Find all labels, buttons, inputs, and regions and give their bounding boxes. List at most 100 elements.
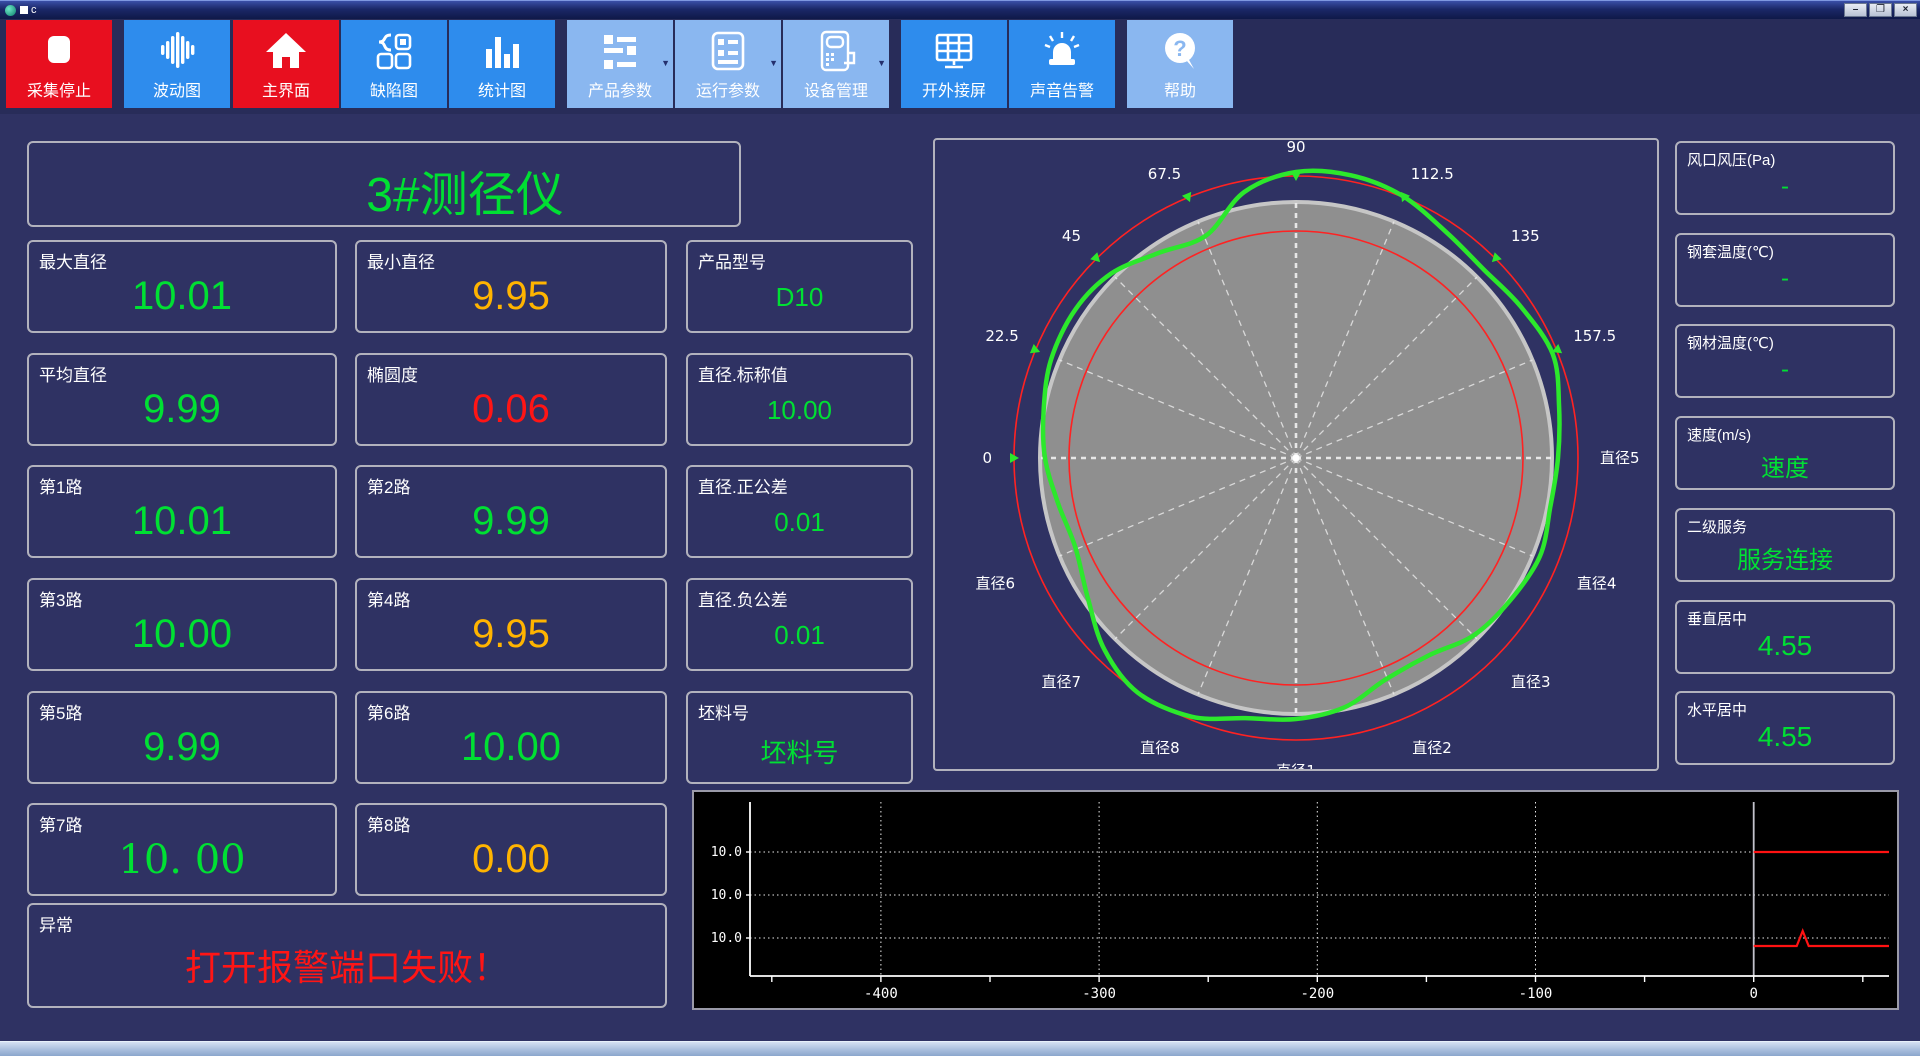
toolbar-button-7[interactable]: 运行参数 ▼	[675, 20, 781, 108]
svg-text:-400: -400	[864, 986, 898, 1002]
metric-value: 0.01	[774, 620, 825, 650]
metric-label: 直径.标称值	[698, 366, 788, 385]
toolbar-button-label: 产品参数	[587, 83, 652, 100]
metric-value: 4.55	[1757, 630, 1813, 661]
metric-value: 坯料号	[760, 738, 839, 768]
metric-label: 垂直居中	[1687, 611, 1748, 628]
svg-text:112.5: 112.5	[1411, 165, 1454, 183]
svg-text:135: 135	[1511, 227, 1540, 245]
toolbar-button-1[interactable]: 采集停止	[6, 20, 112, 108]
metric-value: 9.95	[472, 612, 550, 656]
metric-label: 钢套温度(℃)	[1687, 244, 1774, 261]
metric-box: 第6路 10.00	[355, 691, 667, 784]
toolbar: 采集停止 波动图 主界面 缺陷图 统计图 产品参数 ▼ 运行参数 ▼ 设备管理 ▼ 开外接屏 声音告警?…	[0, 19, 1920, 114]
device-icon	[783, 26, 889, 76]
os-taskbar[interactable]	[0, 1041, 1920, 1056]
metric-box: 第8路 0.00	[355, 803, 667, 896]
metric-value: 0.06	[472, 387, 550, 431]
metric-box: 第7路 10. 00	[27, 803, 337, 896]
metric-box: 第2路 9.99	[355, 465, 667, 558]
metric-label: 风口风压(Pa)	[1687, 152, 1776, 169]
svg-text:-300: -300	[1082, 986, 1116, 1002]
metric-value: 10.00	[131, 612, 233, 656]
bar-chart-icon	[449, 26, 555, 76]
svg-text:10.0: 10.0	[711, 845, 742, 860]
chevron-down-icon[interactable]: ▼	[769, 58, 778, 68]
metric-label: 水平居中	[1687, 702, 1748, 719]
maximize-button[interactable]: ❐	[1869, 3, 1892, 17]
toolbar-button-6[interactable]: 产品参数 ▼	[567, 20, 673, 108]
metric-label: 速度(m/s)	[1687, 427, 1752, 444]
svg-text:直径6: 直径6	[976, 574, 1016, 592]
window-title: c	[31, 3, 37, 16]
svg-text:90: 90	[1286, 140, 1305, 156]
svg-text:直径4: 直径4	[1577, 574, 1617, 592]
minimize-button[interactable]: –	[1844, 3, 1867, 17]
toolbar-button-label: 帮助	[1163, 83, 1196, 100]
metric-box: 第4路 9.95	[355, 578, 667, 671]
waveform-icon	[124, 26, 230, 76]
metric-label: 最大直径	[39, 253, 107, 272]
home-icon	[233, 26, 339, 76]
metric-value: 9.99	[472, 499, 550, 543]
svg-text:157.5: 157.5	[1573, 327, 1616, 345]
svg-text:67.5: 67.5	[1148, 165, 1181, 183]
status-box: 钢材温度(℃) -	[1675, 324, 1895, 398]
toolbar-button-label: 主界面	[261, 83, 310, 100]
toolbar-button-5[interactable]: 统计图	[449, 20, 555, 108]
metric-label: 平均直径	[39, 366, 107, 385]
trend-chart: 10.0 10.0 10.0 -400 -300 -200 -100 0	[692, 790, 1899, 1010]
toolbar-button-label: 缺陷图	[369, 83, 418, 100]
metric-value: 服务连接	[1737, 547, 1833, 574]
metric-label: 第2路	[367, 478, 411, 497]
svg-text:?: ?	[1173, 36, 1186, 61]
alarm-box: 异常 打开报警端口失败！	[27, 903, 667, 1008]
title-glyph-icon	[20, 6, 28, 14]
metric-box: 椭圆度 0.06	[355, 353, 667, 446]
metric-label: 钢材温度(℃)	[1687, 335, 1774, 352]
metric-box: 产品型号 D10	[686, 240, 913, 333]
svg-text:直径8: 直径8	[1140, 739, 1180, 757]
toolbar-button-10[interactable]: 声音告警	[1009, 20, 1115, 108]
metric-value: 0.01	[774, 507, 825, 537]
metric-box: 最大直径 10.01	[27, 240, 337, 333]
metric-label: 第3路	[39, 591, 83, 610]
status-box: 风口风压(Pa) -	[1675, 141, 1895, 215]
window-controls: – ❐ ×	[1844, 3, 1917, 17]
close-button[interactable]: ×	[1894, 3, 1917, 17]
toolbar-button-11[interactable]: ? 帮助	[1127, 20, 1233, 108]
chevron-down-icon[interactable]: ▼	[661, 58, 670, 68]
metric-label: 坯料号	[698, 704, 749, 723]
metric-box: 平均直径 9.99	[27, 353, 337, 446]
titlebar: c – ❐ ×	[0, 0, 1920, 19]
svg-text:0: 0	[982, 449, 992, 467]
metric-value: 10. 00	[118, 837, 246, 883]
svg-text:-200: -200	[1300, 986, 1334, 1002]
run-panel-icon	[675, 26, 781, 76]
toolbar-button-9[interactable]: 开外接屏	[901, 20, 1007, 108]
gauge-title-box: 3#测径仪	[27, 141, 741, 227]
defect-grid-icon	[341, 26, 447, 76]
svg-text:10.0: 10.0	[711, 888, 742, 903]
metric-label: 二级服务	[1687, 519, 1748, 536]
svg-text:直径5: 直径5	[1600, 449, 1640, 467]
toolbar-button-8[interactable]: 设备管理 ▼	[783, 20, 889, 108]
app-icon	[5, 4, 16, 16]
toolbar-button-label: 开外接屏	[921, 83, 986, 100]
toolbar-button-3[interactable]: 主界面	[233, 20, 339, 108]
status-box: 钢套温度(℃) -	[1675, 233, 1895, 307]
stop-icon	[6, 26, 112, 76]
toolbar-button-2[interactable]: 波动图	[124, 20, 230, 108]
metric-box: 直径.负公差 0.01	[686, 578, 913, 671]
toolbar-button-label: 采集停止	[26, 83, 91, 100]
svg-text:22.5: 22.5	[985, 327, 1018, 345]
toolbar-button-4[interactable]: 缺陷图	[341, 20, 447, 108]
metric-value: 9.99	[143, 387, 221, 431]
svg-text:直径2: 直径2	[1412, 739, 1452, 757]
chevron-down-icon[interactable]: ▼	[877, 58, 886, 68]
metric-label: 第4路	[367, 591, 411, 610]
svg-text:直径7: 直径7	[1041, 673, 1081, 691]
metric-box: 第3路 10.00	[27, 578, 337, 671]
status-box: 水平居中 4.55	[1675, 691, 1895, 765]
metric-label: 异常	[39, 916, 73, 935]
